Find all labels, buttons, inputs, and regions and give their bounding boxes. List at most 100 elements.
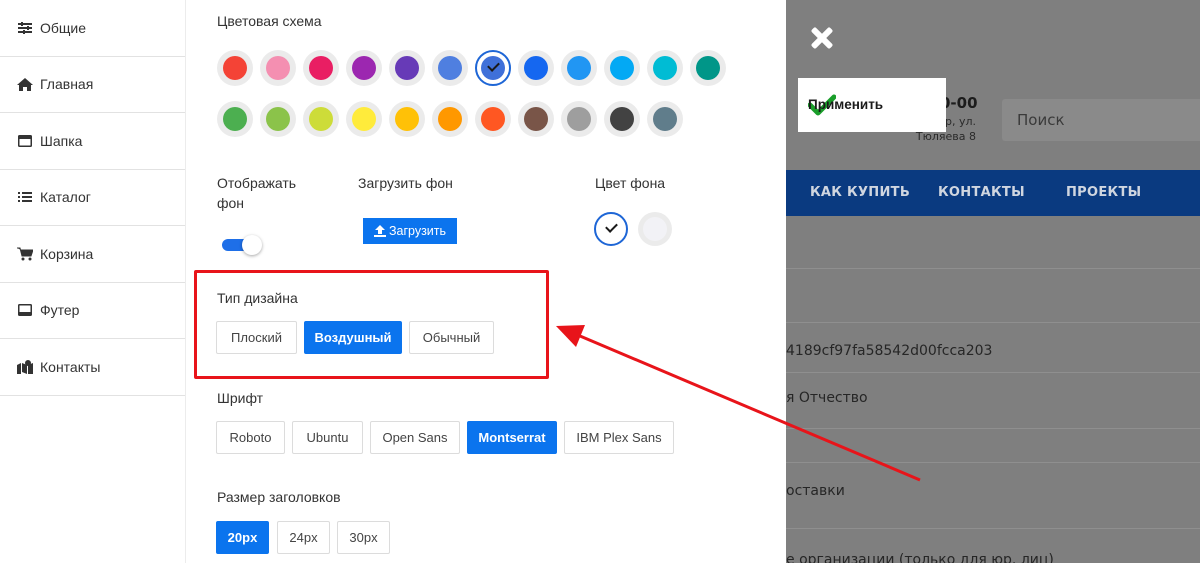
heading-size-label: Размер заголовков: [217, 489, 341, 505]
color-swatch[interactable]: [260, 101, 296, 137]
check-icon: [599, 217, 623, 241]
divider: [786, 268, 1200, 269]
sidebar-item-label: Контакты: [40, 358, 101, 375]
swatch-fill: [438, 107, 462, 131]
swatch-fill: [653, 107, 677, 131]
color-swatch[interactable]: [604, 101, 640, 137]
bg-color-white-swatch[interactable]: [594, 212, 628, 246]
sidebar-item-catalog[interactable]: Каталог: [0, 170, 185, 226]
sidebar-item-label: Общие: [40, 19, 87, 36]
form-row-text: я Отчество: [786, 390, 868, 406]
color-swatch[interactable]: [690, 50, 726, 86]
sidebar-item-general[interactable]: Общие: [0, 0, 185, 57]
divider: [786, 428, 1200, 429]
swatch-fill: [524, 56, 548, 80]
sidebar-item-header[interactable]: Шапка: [0, 113, 185, 170]
swatch-fill: [567, 107, 591, 131]
settings-sidebar: Общие Главная Шапка Каталог Корзина Футе…: [0, 0, 186, 563]
sidebar-item-footer[interactable]: Футер: [0, 283, 185, 339]
bg-color-label: Цвет фона: [595, 175, 666, 191]
swatch-fill: [567, 56, 591, 80]
sidebar-item-label: Корзина: [40, 245, 94, 262]
font-option-ibm-plex-sans[interactable]: IBM Plex Sans: [564, 421, 674, 454]
font-option-montserrat[interactable]: Montserrat: [467, 421, 557, 454]
form-row-text: е организации (только для юр. лиц): [786, 552, 1054, 563]
toggle-knob: [242, 235, 262, 255]
sidebar-item-main[interactable]: Главная: [0, 57, 185, 113]
color-swatch[interactable]: [389, 101, 425, 137]
sidebar-item-label: Шапка: [40, 132, 83, 149]
swatch-fill: [438, 56, 462, 80]
upload-icon: [373, 225, 386, 237]
color-swatch[interactable]: [561, 101, 597, 137]
color-swatch[interactable]: [604, 50, 640, 86]
sidebar-item-label: Каталог: [40, 189, 91, 206]
search-input[interactable]: Поиск: [1002, 99, 1200, 141]
heading-size-30px[interactable]: 30px: [337, 521, 390, 554]
home-icon: [16, 76, 34, 92]
swatch-fill: [352, 107, 376, 131]
swatch-fill: [610, 56, 634, 80]
show-bg-toggle[interactable]: [222, 235, 262, 255]
bg-color-gray-swatch[interactable]: [638, 212, 672, 246]
font-option-ubuntu[interactable]: Ubuntu: [292, 421, 363, 454]
sidebar-item-label: Футер: [40, 302, 80, 319]
close-icon[interactable]: [808, 24, 836, 52]
color-swatch[interactable]: [303, 50, 339, 86]
divider: [786, 528, 1200, 529]
divider: [786, 372, 1200, 373]
cart-icon: [16, 246, 34, 262]
color-swatch[interactable]: [647, 101, 683, 137]
form-row-text: 4189cf97fa58542d00fcca203: [786, 343, 993, 359]
color-swatch[interactable]: [346, 101, 382, 137]
swatch-fill: [309, 56, 333, 80]
color-swatch[interactable]: [217, 101, 253, 137]
font-option-open-sans[interactable]: Open Sans: [370, 421, 460, 454]
swatch-fill: [481, 107, 505, 131]
font-label: Шрифт: [217, 390, 264, 406]
swatch-fill: [223, 56, 247, 80]
swatch-fill: [696, 56, 720, 80]
color-swatch[interactable]: [346, 50, 382, 86]
apply-button[interactable]: Применить: [798, 78, 946, 132]
heading-size-24px[interactable]: 24px: [277, 521, 330, 554]
sliders-icon: [16, 20, 34, 36]
header-icon: [16, 133, 34, 149]
show-bg-label: Отображать фон: [217, 173, 296, 213]
nav-item-projects[interactable]: ПРОЕКТЫ: [1066, 185, 1141, 200]
main-nav: КАК КУПИТЬ КОНТАКТЫ ПРОЕКТЫ: [786, 170, 1200, 216]
color-swatch[interactable]: [432, 50, 468, 86]
divider: [786, 322, 1200, 323]
color-swatch[interactable]: [432, 101, 468, 137]
color-swatch[interactable]: [217, 50, 253, 86]
color-swatch[interactable]: [389, 50, 425, 86]
sidebar-item-cart[interactable]: Корзина: [0, 226, 185, 283]
nav-item-contacts[interactable]: КОНТАКТЫ: [938, 185, 1025, 200]
show-bg-label-line-1: Отображать: [217, 175, 297, 191]
swatch-fill: [653, 56, 677, 80]
swatch-fill: [524, 107, 548, 131]
color-swatch[interactable]: [561, 50, 597, 86]
font-option-roboto[interactable]: Roboto: [216, 421, 285, 454]
map-icon: [16, 359, 34, 375]
swatch-fill: [610, 107, 634, 131]
heading-size-20px[interactable]: 20px: [216, 521, 269, 554]
swatch-fill: [266, 56, 290, 80]
check-icon: [481, 56, 505, 80]
swatch-fill: [352, 56, 376, 80]
color-swatch[interactable]: [518, 101, 554, 137]
color-swatch[interactable]: [260, 50, 296, 86]
color-swatch[interactable]: [475, 101, 511, 137]
divider: [786, 462, 1200, 463]
sidebar-item-contacts[interactable]: Контакты: [0, 339, 185, 396]
upload-button[interactable]: Загрузить: [363, 218, 457, 244]
swatch-fill: [395, 107, 419, 131]
nav-item-how-to-buy[interactable]: КАК КУПИТЬ: [810, 185, 910, 200]
color-swatch[interactable]: [518, 50, 554, 86]
color-swatch[interactable]: [647, 50, 683, 86]
color-swatch[interactable]: [475, 50, 511, 86]
swatch-fill: [309, 107, 333, 131]
color-swatch[interactable]: [303, 101, 339, 137]
form-row-text: оставки: [786, 483, 845, 499]
swatch-fill: [643, 217, 667, 241]
